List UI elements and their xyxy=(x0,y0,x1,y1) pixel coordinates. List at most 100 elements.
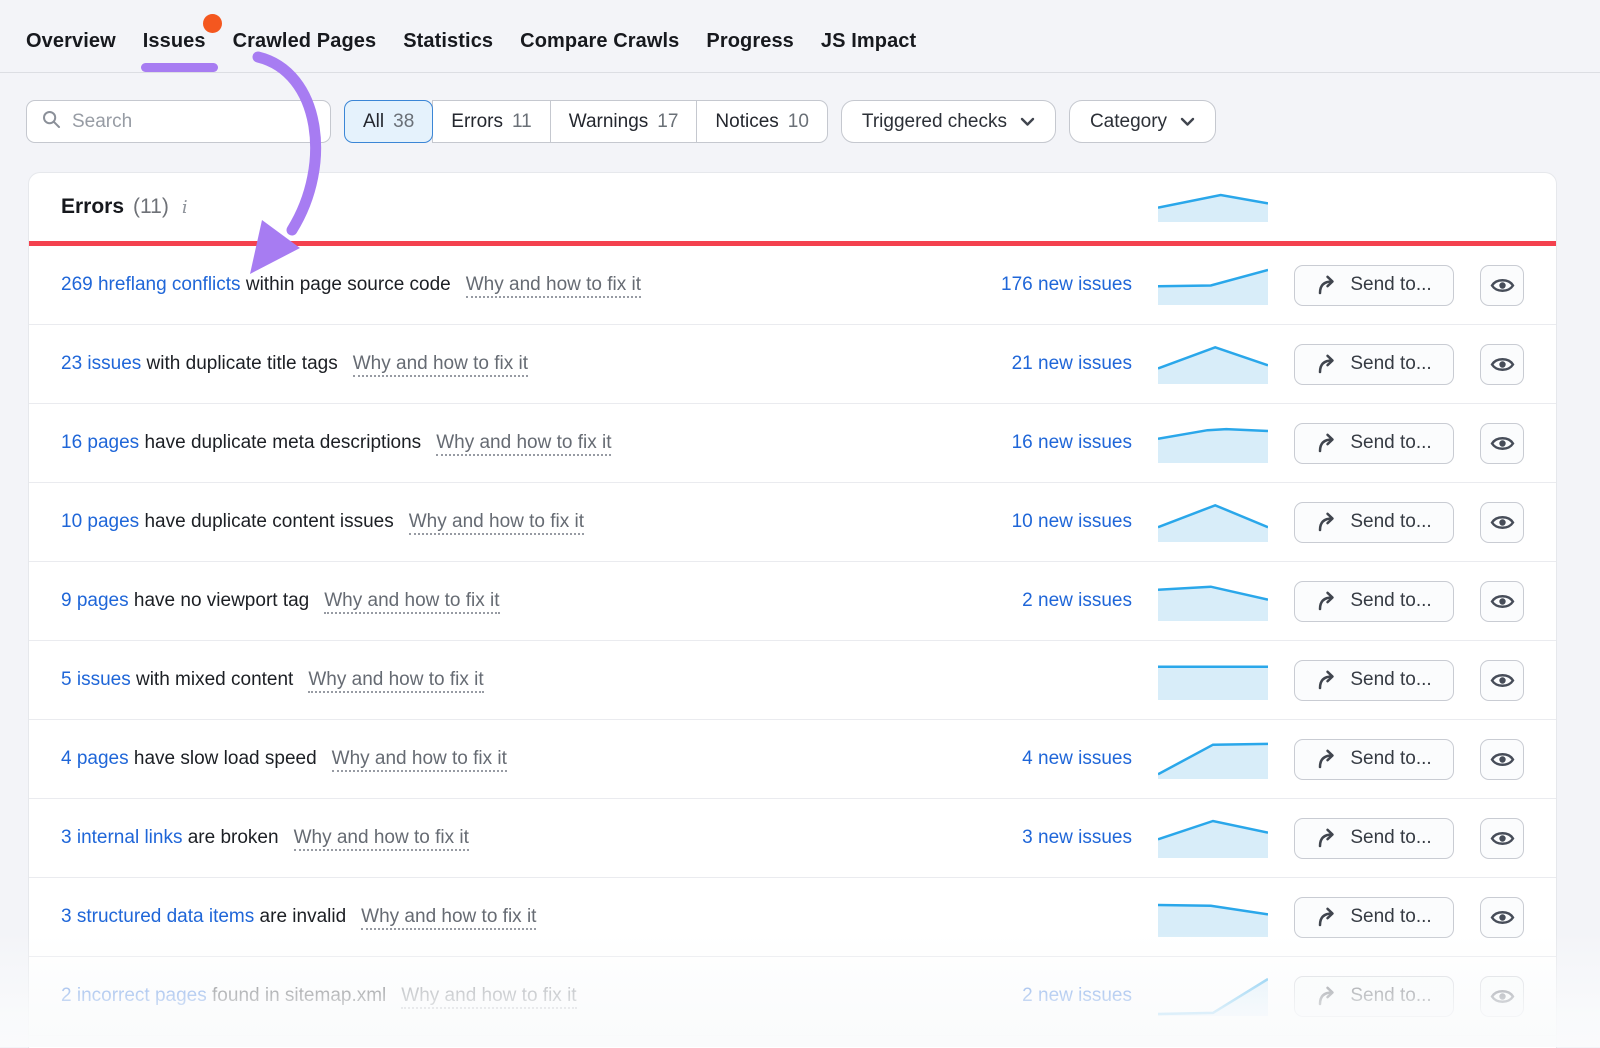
why-how-to-fix-link[interactable]: Why and how to fix it xyxy=(294,827,469,851)
issue-count-link[interactable]: 269 hreflang conflicts xyxy=(61,274,241,295)
filter-tabs: All 38 Errors 11 Warnings 17 Notices10 xyxy=(344,100,828,143)
nav-tab-progress[interactable]: Progress xyxy=(706,10,794,72)
new-issues-link[interactable]: 176 new issues xyxy=(1001,274,1132,296)
issue-description: 3 structured data items are invalid Why a… xyxy=(61,906,940,928)
view-issue-button[interactable] xyxy=(1480,897,1524,938)
nav-tab-crawled-pages[interactable]: Crawled Pages xyxy=(233,10,377,72)
send-to-button[interactable]: Send to... xyxy=(1294,423,1454,464)
view-issue-button[interactable] xyxy=(1480,502,1524,543)
issue-rest-text: have slow load speed xyxy=(129,748,317,769)
issue-description: 5 issues with mixed contentWhy and how t… xyxy=(61,669,940,691)
why-how-to-fix-link[interactable]: Why and how to fix it xyxy=(361,906,536,930)
nav-tab-issues[interactable]: Issues xyxy=(143,10,206,72)
issue-count-link[interactable]: 5 issues xyxy=(61,669,131,690)
send-to-button[interactable]: Send to... xyxy=(1294,344,1454,385)
new-issues-link[interactable]: 16 new issues xyxy=(1012,432,1132,454)
issue-count-link[interactable]: 2 incorrect pages xyxy=(61,985,207,1006)
why-how-to-fix-link[interactable]: Why and how to fix it xyxy=(324,590,499,614)
eye-icon xyxy=(1490,987,1515,1006)
send-to-label: Send to... xyxy=(1350,274,1431,296)
new-issues-link[interactable]: 10 new issues xyxy=(1012,511,1132,533)
send-to-button[interactable]: Send to... xyxy=(1294,976,1454,1017)
nav-tab-statistics[interactable]: Statistics xyxy=(403,10,493,72)
annotation-underline xyxy=(141,63,218,72)
new-issues-link[interactable]: 3 new issues xyxy=(1022,827,1132,849)
why-how-to-fix-link[interactable]: Why and how to fix it xyxy=(353,353,528,377)
trend-sparkline xyxy=(1158,266,1268,305)
issue-rest-text: are invalid xyxy=(254,906,346,927)
section-count: (11) xyxy=(133,195,169,219)
issue-count-link[interactable]: 23 issues xyxy=(61,353,141,374)
view-issue-button[interactable] xyxy=(1480,818,1524,859)
view-issue-button[interactable] xyxy=(1480,344,1524,385)
why-how-to-fix-link[interactable]: Why and how to fix it xyxy=(401,985,576,1009)
issue-count-link[interactable]: 10 pages xyxy=(61,511,139,532)
filter-tab-errors[interactable]: Errors 11 xyxy=(432,100,550,143)
category-dropdown[interactable]: Category xyxy=(1069,100,1216,143)
chevron-down-icon xyxy=(1020,111,1035,133)
trend-sparkline xyxy=(1158,819,1268,858)
view-issue-button[interactable] xyxy=(1480,739,1524,780)
filter-tab-count: 11 xyxy=(512,111,532,133)
new-issues-link[interactable]: 2 new issues xyxy=(1022,985,1132,1007)
new-issues-link[interactable]: 4 new issues xyxy=(1022,748,1132,770)
issue-count-link[interactable]: 3 internal links xyxy=(61,827,182,848)
filter-tab-all[interactable]: All 38 xyxy=(344,100,433,143)
issue-rest-text: have duplicate meta descriptions xyxy=(139,432,421,453)
send-to-label: Send to... xyxy=(1350,669,1431,691)
view-issue-button[interactable] xyxy=(1480,976,1524,1017)
send-to-button[interactable]: Send to... xyxy=(1294,581,1454,622)
send-to-button[interactable]: Send to... xyxy=(1294,660,1454,701)
send-to-label: Send to... xyxy=(1350,511,1431,533)
new-issues-link[interactable]: 2 new issues xyxy=(1022,590,1132,612)
trend-sparkline xyxy=(1158,503,1268,542)
issue-description: 10 pages have duplicate content issuesWh… xyxy=(61,511,940,533)
why-how-to-fix-link[interactable]: Why and how to fix it xyxy=(466,274,641,298)
issue-count-link[interactable]: 9 pages xyxy=(61,590,129,611)
filter-tab-count: 17 xyxy=(657,111,678,133)
why-how-to-fix-link[interactable]: Why and how to fix it xyxy=(436,432,611,456)
issue-rest-text: within page source code xyxy=(241,274,451,295)
search-icon xyxy=(42,110,61,134)
nav-tab-label: Issues xyxy=(143,30,206,53)
filter-tab-notices[interactable]: Notices10 xyxy=(696,100,828,143)
filter-tab-label: Warnings xyxy=(569,111,649,133)
filter-tab-label: Errors xyxy=(451,111,503,133)
trend-sparkline xyxy=(1158,424,1268,463)
search-input[interactable] xyxy=(72,111,315,133)
nav-tab-overview[interactable]: Overview xyxy=(26,10,116,72)
send-to-button[interactable]: Send to... xyxy=(1294,739,1454,780)
send-to-button[interactable]: Send to... xyxy=(1294,502,1454,543)
new-issues-link[interactable]: 21 new issues xyxy=(1012,353,1132,375)
send-to-button[interactable]: Send to... xyxy=(1294,818,1454,859)
trend-sparkline xyxy=(1158,740,1268,779)
view-issue-button[interactable] xyxy=(1480,265,1524,306)
view-issue-button[interactable] xyxy=(1480,423,1524,464)
why-how-to-fix-link[interactable]: Why and how to fix it xyxy=(332,748,507,772)
share-arrow-icon xyxy=(1316,354,1339,375)
issue-row: 3 structured data items are invalid Why a… xyxy=(29,878,1556,957)
send-to-button[interactable]: Send to... xyxy=(1294,897,1454,938)
eye-icon xyxy=(1490,592,1515,611)
info-icon[interactable]: i xyxy=(178,197,188,218)
trend-sparkline xyxy=(1158,898,1268,937)
issue-count-link[interactable]: 3 structured data items xyxy=(61,906,254,927)
why-how-to-fix-link[interactable]: Why and how to fix it xyxy=(409,511,584,535)
search-box[interactable] xyxy=(26,100,331,143)
issue-count-link[interactable]: 16 pages xyxy=(61,432,139,453)
nav-tab-compare-crawls[interactable]: Compare Crawls xyxy=(520,10,679,72)
triggered-checks-dropdown[interactable]: Triggered checks xyxy=(841,100,1056,143)
issue-row: 23 issues with duplicate title tagsWhy a… xyxy=(29,325,1556,404)
view-issue-button[interactable] xyxy=(1480,581,1524,622)
filter-tab-warnings[interactable]: Warnings 17 xyxy=(550,100,698,143)
filter-tab-count: 38 xyxy=(393,111,414,133)
nav-tab-js-impact[interactable]: JS Impact xyxy=(821,10,916,72)
issue-row: 10 pages have duplicate content issuesWh… xyxy=(29,483,1556,562)
eye-icon xyxy=(1490,434,1515,453)
view-issue-button[interactable] xyxy=(1480,660,1524,701)
issue-count-link[interactable]: 4 pages xyxy=(61,748,129,769)
why-how-to-fix-link[interactable]: Why and how to fix it xyxy=(308,669,483,693)
issue-description: 3 internal links are brokenWhy and how t… xyxy=(61,827,940,849)
filter-tab-label: All xyxy=(363,111,384,133)
send-to-button[interactable]: Send to... xyxy=(1294,265,1454,306)
